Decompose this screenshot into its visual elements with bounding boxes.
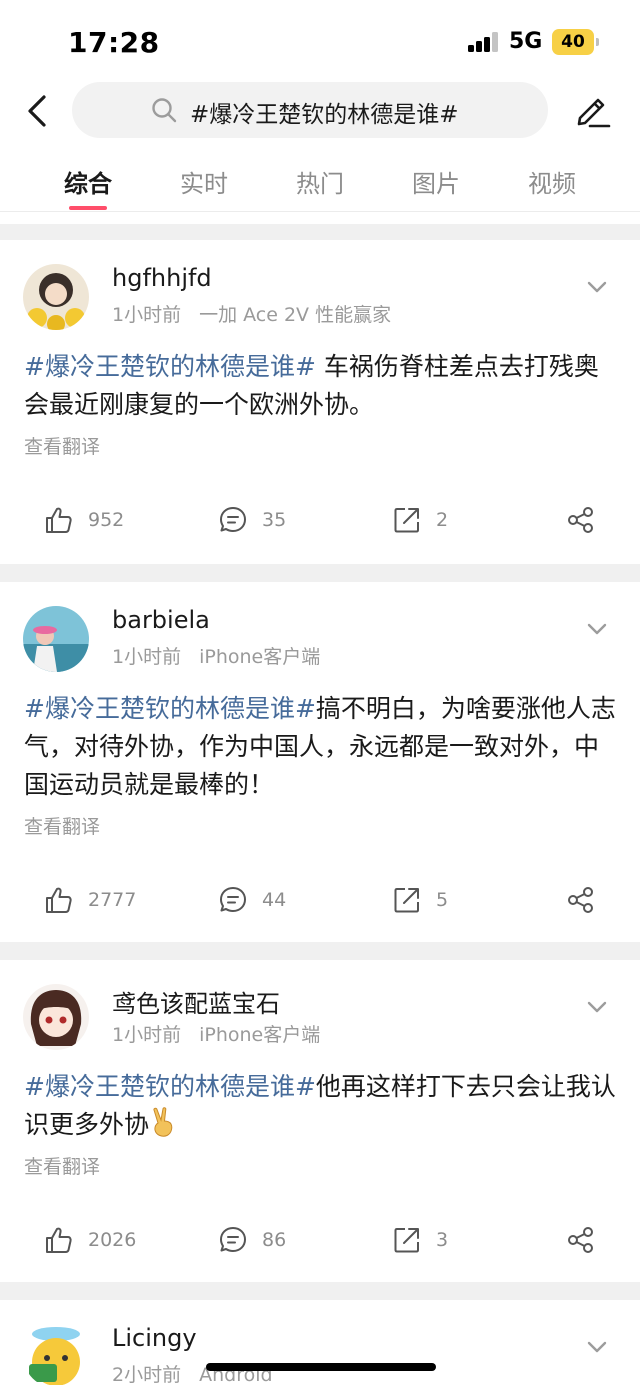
avatar[interactable] xyxy=(23,264,89,330)
result-tabs: 综合 实时 热门 图片 视频 xyxy=(0,152,640,212)
post-time: 1小时前 xyxy=(112,304,182,326)
back-button[interactable] xyxy=(20,90,56,132)
chevron-down-icon[interactable] xyxy=(584,278,610,296)
comment-bubble-icon xyxy=(220,507,246,532)
repost-icon xyxy=(394,508,419,533)
username[interactable]: Licingy xyxy=(112,1324,197,1352)
post-actions: 2026 86 3 xyxy=(0,1218,640,1262)
share-button[interactable] xyxy=(566,498,596,542)
repost-button[interactable]: 2 xyxy=(392,498,448,542)
post-device: 一加 Ace 2V 性能赢家 xyxy=(199,304,392,326)
like-button[interactable]: 2026 xyxy=(44,1218,136,1262)
post-card: 鸢色该配蓝宝石 1小时前 iPhone客户端 #爆冷王楚钦的林德是谁#他再这样打下… xyxy=(0,960,640,1282)
thumbs-up-icon xyxy=(46,507,72,533)
search-icon xyxy=(152,98,177,123)
repost-count: 3 xyxy=(436,1229,449,1251)
chevron-down-icon[interactable] xyxy=(584,620,610,638)
post-card: barbiela 1小时前 iPhone客户端 #爆冷王楚钦的林德是谁#搞不明白，… xyxy=(0,582,640,942)
chevron-down-icon[interactable] xyxy=(584,998,610,1016)
comment-count: 35 xyxy=(262,509,287,531)
post-text: #爆冷王楚钦的林德是谁#他再这样打下去只会让我认识更多外协 xyxy=(24,1068,618,1144)
avatar[interactable] xyxy=(23,984,89,1050)
repost-count: 2 xyxy=(436,509,449,531)
compose-button[interactable] xyxy=(572,90,612,130)
hashtag-link[interactable]: #爆冷王楚钦的林德是谁# xyxy=(24,694,316,723)
translate-link[interactable]: 查看翻译 xyxy=(24,432,100,459)
hashtag-link[interactable]: #爆冷王楚钦的林德是谁# xyxy=(24,352,316,381)
tab-videos[interactable]: 视频 xyxy=(504,164,600,199)
search-input[interactable]: #爆冷王楚钦的林德是谁# xyxy=(72,82,548,138)
comment-count: 86 xyxy=(262,1229,287,1251)
post-card: Licingy 2小时前 Android xyxy=(0,1300,640,1385)
username[interactable]: hgfhhjfd xyxy=(112,264,212,292)
translate-link[interactable]: 查看翻译 xyxy=(24,1152,100,1179)
home-indicator xyxy=(206,1363,436,1371)
like-count: 2026 xyxy=(88,1229,137,1251)
comment-bubble-icon xyxy=(220,887,246,912)
repost-count: 5 xyxy=(436,889,449,911)
search-query: #爆冷王楚钦的林德是谁# xyxy=(190,102,459,128)
post-meta: 1小时前 iPhone客户端 xyxy=(112,1020,320,1047)
victory-hand-emoji xyxy=(153,1107,173,1137)
pencil-icon xyxy=(577,98,611,128)
repost-icon xyxy=(394,888,419,913)
post-text: #爆冷王楚钦的林德是谁#搞不明白，为啥要涨他人志气，对待外协，作为中国人，永远都… xyxy=(24,690,618,804)
signal-icon xyxy=(468,32,500,52)
translate-link[interactable]: 查看翻译 xyxy=(24,812,100,839)
share-button[interactable] xyxy=(566,1218,596,1262)
repost-icon xyxy=(394,1228,419,1253)
repost-button[interactable]: 5 xyxy=(392,878,448,922)
like-button[interactable]: 952 xyxy=(44,498,124,542)
comment-button[interactable]: 44 xyxy=(218,878,286,922)
thumbs-up-icon xyxy=(46,1227,72,1253)
share-button[interactable] xyxy=(566,878,596,922)
repost-button[interactable]: 3 xyxy=(392,1218,448,1262)
tab-realtime[interactable]: 实时 xyxy=(156,164,252,199)
tab-images[interactable]: 图片 xyxy=(388,164,484,199)
divider xyxy=(0,1282,640,1300)
chevron-down-icon[interactable] xyxy=(584,1338,610,1356)
divider xyxy=(0,564,640,582)
post-actions: 2777 44 5 xyxy=(0,878,640,922)
post-meta: 1小时前 一加 Ace 2V 性能赢家 xyxy=(112,300,391,327)
username[interactable]: barbiela xyxy=(112,606,210,634)
thumbs-up-icon xyxy=(46,887,72,913)
battery-indicator: 40 xyxy=(552,29,599,55)
post-text: #爆冷王楚钦的林德是谁# 车祸伤脊柱差点去打残奥会最近刚康复的一个欧洲外协。 xyxy=(24,348,618,424)
tab-hot[interactable]: 热门 xyxy=(272,164,368,199)
post-card: hgfhhjfd 1小时前 一加 Ace 2V 性能赢家 #爆冷王楚钦的林德是谁#… xyxy=(0,240,640,564)
status-bar: 17:28 5G 40 xyxy=(0,0,640,78)
divider xyxy=(0,224,640,240)
like-count: 952 xyxy=(88,509,125,531)
comment-bubble-icon xyxy=(220,1227,246,1252)
share-icon xyxy=(568,1227,593,1253)
like-button[interactable]: 2777 xyxy=(44,878,136,922)
hashtag-link[interactable]: #爆冷王楚钦的林德是谁# xyxy=(24,1072,316,1101)
active-tab-indicator xyxy=(69,206,107,210)
share-icon xyxy=(568,507,593,533)
post-meta: 1小时前 iPhone客户端 xyxy=(112,642,320,669)
share-icon xyxy=(568,887,593,913)
post-device: iPhone客户端 xyxy=(199,646,321,668)
network-type: 5G xyxy=(509,29,543,54)
divider xyxy=(0,942,640,960)
comment-count: 44 xyxy=(262,889,287,911)
post-time: 1小时前 xyxy=(112,646,182,668)
comment-button[interactable]: 35 xyxy=(218,498,286,542)
avatar[interactable] xyxy=(23,606,89,672)
post-actions: 952 35 2 xyxy=(0,498,640,542)
chevron-left-icon xyxy=(28,95,46,127)
avatar[interactable] xyxy=(23,1322,89,1385)
post-device: iPhone客户端 xyxy=(199,1024,321,1046)
post-time: 1小时前 xyxy=(112,1024,182,1046)
post-time: 2小时前 xyxy=(112,1364,182,1385)
username[interactable]: 鸢色该配蓝宝石 xyxy=(112,984,280,1019)
tab-all[interactable]: 综合 xyxy=(40,164,136,199)
like-count: 2777 xyxy=(88,889,137,911)
comment-button[interactable]: 86 xyxy=(218,1218,286,1262)
status-time: 17:28 xyxy=(68,26,160,59)
